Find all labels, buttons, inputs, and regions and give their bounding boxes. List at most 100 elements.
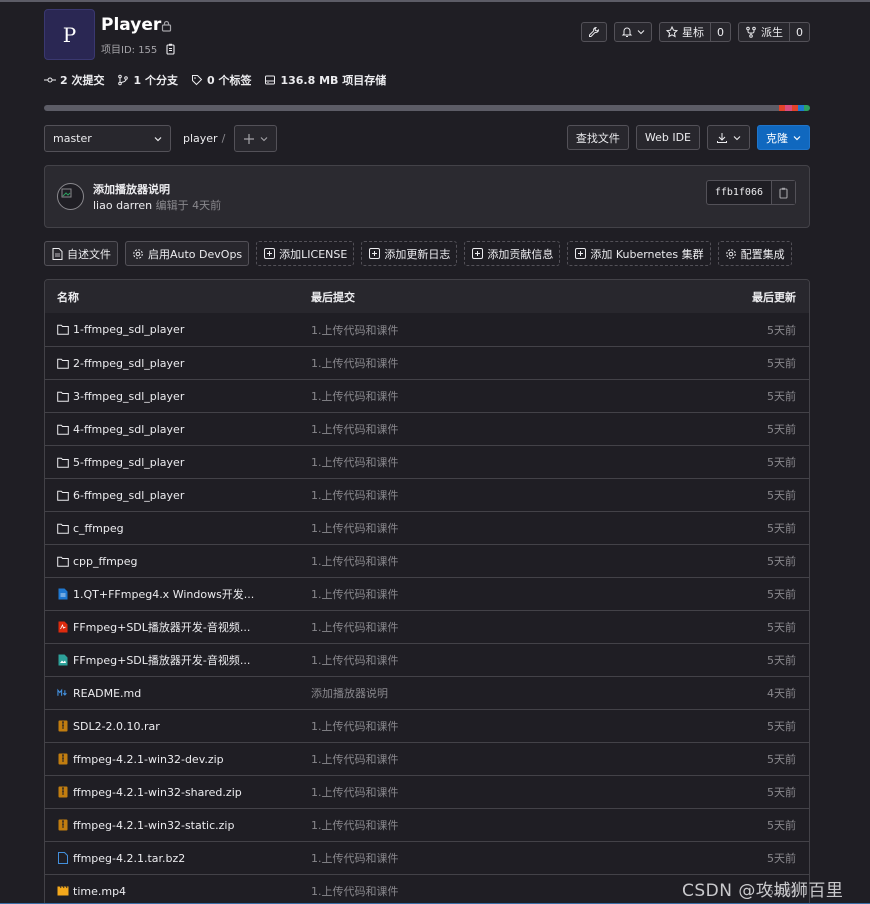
table-row[interactable]: FFmpeg+SDL播放器开发-音视频... 1.上传代码和课件 5天前 xyxy=(45,643,809,676)
last-commit-message[interactable]: 1.上传代码和课件 xyxy=(311,817,399,833)
table-row[interactable]: 2-ffmpeg_sdl_player 1.上传代码和课件 5天前 xyxy=(45,346,809,379)
copy-icon[interactable] xyxy=(165,43,176,55)
file-name-cell[interactable]: FFmpeg+SDL播放器开发-音视频... xyxy=(57,619,250,635)
last-commit-message[interactable]: 1.上传代码和课件 xyxy=(311,883,399,899)
last-commit-message[interactable]: 1.上传代码和课件 xyxy=(311,850,399,866)
last-commit-message[interactable]: 1.上传代码和课件 xyxy=(311,718,399,734)
add-file-dropdown[interactable] xyxy=(234,125,277,152)
file-name[interactable]: FFmpeg+SDL播放器开发-音视频... xyxy=(73,619,250,635)
file-name-cell[interactable]: 2-ffmpeg_sdl_player xyxy=(57,357,184,370)
file-name[interactable]: README.md xyxy=(73,687,141,700)
find-file-button[interactable]: 查找文件 xyxy=(566,125,629,150)
quick-action-button[interactable]: 添加 Kubernetes 集群 xyxy=(567,241,711,266)
table-row[interactable]: 1.QT+FFmpeg4.x Windows开发... 1.上传代码和课件 5天前 xyxy=(45,577,809,610)
file-name[interactable]: ffmpeg-4.2.1-win32-static.zip xyxy=(73,819,234,832)
file-name[interactable]: 4-ffmpeg_sdl_player xyxy=(73,423,184,436)
author-avatar[interactable] xyxy=(57,183,84,210)
file-name[interactable]: 1-ffmpeg_sdl_player xyxy=(73,323,184,336)
commit-title[interactable]: 添加播放器说明 xyxy=(93,181,170,197)
language-bar[interactable] xyxy=(44,105,810,111)
file-name-cell[interactable]: 4-ffmpeg_sdl_player xyxy=(57,423,184,436)
table-row[interactable]: ffmpeg-4.2.1-win32-shared.zip 1.上传代码和课件 5天… xyxy=(45,775,809,808)
commit-sha[interactable]: ffb1f066 xyxy=(707,181,771,204)
file-name[interactable]: 6-ffmpeg_sdl_player xyxy=(73,489,184,502)
table-row[interactable]: 3-ffmpeg_sdl_player 1.上传代码和课件 5天前 xyxy=(45,379,809,412)
file-name[interactable]: 1.QT+FFmpeg4.x Windows开发... xyxy=(73,586,254,602)
file-name-cell[interactable]: c_ffmpeg xyxy=(57,522,124,535)
last-commit-message[interactable]: 添加播放器说明 xyxy=(311,685,388,701)
branches-stat[interactable]: 1 个分支 xyxy=(117,72,178,88)
storage-stat[interactable]: 136.8 MB 项目存储 xyxy=(264,72,386,88)
table-row[interactable]: 6-ffmpeg_sdl_player 1.上传代码和课件 5天前 xyxy=(45,478,809,511)
last-commit-message[interactable]: 1.上传代码和课件 xyxy=(311,619,399,635)
file-name-cell[interactable]: README.md xyxy=(57,687,141,700)
file-name-cell[interactable]: cpp_ffmpeg xyxy=(57,555,138,568)
fork-button[interactable]: 派生 0 xyxy=(738,22,810,42)
file-name-cell[interactable]: FFmpeg+SDL播放器开发-音视频... xyxy=(57,652,250,668)
table-row[interactable]: 5-ffmpeg_sdl_player 1.上传代码和课件 5天前 xyxy=(45,445,809,478)
table-row[interactable]: README.md 添加播放器说明 4天前 xyxy=(45,676,809,709)
file-name-cell[interactable]: 6-ffmpeg_sdl_player xyxy=(57,489,184,502)
file-name[interactable]: 5-ffmpeg_sdl_player xyxy=(73,456,184,469)
file-name-cell[interactable]: time.mp4 xyxy=(57,885,126,898)
quick-action-button[interactable]: 启用Auto DevOps xyxy=(125,241,250,266)
file-name-cell[interactable]: 3-ffmpeg_sdl_player xyxy=(57,390,184,403)
last-commit-message[interactable]: 1.上传代码和课件 xyxy=(311,553,399,569)
last-commit-message[interactable]: 1.上传代码和课件 xyxy=(311,487,399,503)
quick-action-button[interactable]: 配置集成 xyxy=(717,241,792,266)
fork-count[interactable]: 0 xyxy=(789,23,809,41)
file-name[interactable]: 3-ffmpeg_sdl_player xyxy=(73,390,184,403)
settings-button[interactable] xyxy=(581,22,607,42)
file-name[interactable]: SDL2-2.0.10.rar xyxy=(73,720,160,733)
clone-button[interactable]: 克隆 xyxy=(757,125,810,150)
last-commit-message[interactable]: 1.上传代码和课件 xyxy=(311,454,399,470)
branch-selector[interactable]: master xyxy=(44,125,171,152)
last-commit-message[interactable]: 1.上传代码和课件 xyxy=(311,784,399,800)
language-segment[interactable] xyxy=(804,105,810,111)
file-name-cell[interactable]: 1.QT+FFmpeg4.x Windows开发... xyxy=(57,586,254,602)
quick-action-button[interactable]: 添加贡献信息 xyxy=(464,241,561,266)
table-row[interactable]: ffmpeg-4.2.1-win32-dev.zip 1.上传代码和课件 5天前 xyxy=(45,742,809,775)
file-name-cell[interactable]: SDL2-2.0.10.rar xyxy=(57,720,160,733)
project-avatar[interactable]: P xyxy=(44,9,95,60)
last-commit-message[interactable]: 1.上传代码和课件 xyxy=(311,421,399,437)
last-commit-message[interactable]: 1.上传代码和课件 xyxy=(311,388,399,404)
commits-stat[interactable]: 2 次提交 xyxy=(44,72,104,88)
download-button[interactable] xyxy=(707,125,750,150)
file-name-cell[interactable]: ffmpeg-4.2.1-win32-shared.zip xyxy=(57,786,242,799)
copy-sha-button[interactable] xyxy=(771,181,795,204)
last-commit-message[interactable]: 1.上传代码和课件 xyxy=(311,652,399,668)
quick-action-button[interactable]: 添加LICENSE xyxy=(256,241,355,266)
table-row[interactable]: FFmpeg+SDL播放器开发-音视频... 1.上传代码和课件 5天前 xyxy=(45,610,809,643)
file-name-cell[interactable]: 1-ffmpeg_sdl_player xyxy=(57,323,184,336)
language-segment[interactable] xyxy=(785,105,792,111)
file-name-cell[interactable]: ffmpeg-4.2.1-win32-static.zip xyxy=(57,819,234,832)
breadcrumb-repo[interactable]: player xyxy=(183,132,218,145)
project-title[interactable]: Player xyxy=(101,15,161,35)
file-name[interactable]: c_ffmpeg xyxy=(73,522,124,535)
file-name[interactable]: time.mp4 xyxy=(73,885,126,898)
file-name[interactable]: ffmpeg-4.2.1-win32-dev.zip xyxy=(73,753,224,766)
last-commit-message[interactable]: 1.上传代码和课件 xyxy=(311,751,399,767)
last-commit-message[interactable]: 1.上传代码和课件 xyxy=(311,520,399,536)
file-name[interactable]: FFmpeg+SDL播放器开发-音视频... xyxy=(73,652,250,668)
table-row[interactable]: SDL2-2.0.10.rar 1.上传代码和课件 5天前 xyxy=(45,709,809,742)
file-name-cell[interactable]: 5-ffmpeg_sdl_player xyxy=(57,456,184,469)
star-count[interactable]: 0 xyxy=(710,23,730,41)
table-row[interactable]: c_ffmpeg 1.上传代码和课件 5天前 xyxy=(45,511,809,544)
quick-action-button[interactable]: 自述文件 xyxy=(44,241,118,266)
file-name[interactable]: cpp_ffmpeg xyxy=(73,555,138,568)
file-name[interactable]: ffmpeg-4.2.1-win32-shared.zip xyxy=(73,786,242,799)
file-name-cell[interactable]: ffmpeg-4.2.1-win32-dev.zip xyxy=(57,753,224,766)
table-row[interactable]: 4-ffmpeg_sdl_player 1.上传代码和课件 5天前 xyxy=(45,412,809,445)
file-name[interactable]: ffmpeg-4.2.1.tar.bz2 xyxy=(73,852,185,865)
notification-button[interactable] xyxy=(614,22,652,42)
star-button[interactable]: 星标 0 xyxy=(659,22,731,42)
last-commit-message[interactable]: 1.上传代码和课件 xyxy=(311,586,399,602)
last-commit-message[interactable]: 1.上传代码和课件 xyxy=(311,322,399,338)
tags-stat[interactable]: 0 个标签 xyxy=(191,72,251,88)
table-row[interactable]: ffmpeg-4.2.1.tar.bz2 1.上传代码和课件 5天前 xyxy=(45,841,809,874)
table-row[interactable]: ffmpeg-4.2.1-win32-static.zip 1.上传代码和课件 5天… xyxy=(45,808,809,841)
last-commit-message[interactable]: 1.上传代码和课件 xyxy=(311,355,399,371)
table-row[interactable]: 1-ffmpeg_sdl_player 1.上传代码和课件 5天前 xyxy=(45,313,809,346)
